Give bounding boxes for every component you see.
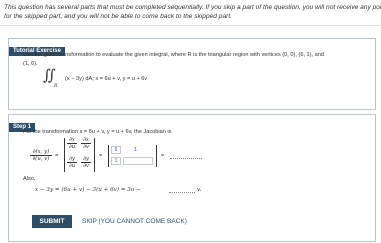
skip-button[interactable]: SKIP (YOU CANNOT COME BACK) xyxy=(82,215,187,228)
also-label: Also, xyxy=(23,176,36,182)
v-coefficient-input[interactable] xyxy=(169,186,195,193)
matrix-entry-22-input[interactable] xyxy=(123,157,153,165)
transform-y: y = u + 6v xyxy=(122,76,148,82)
notice-line-2: for the skipped part, and you will not b… xyxy=(4,13,232,21)
dy-dv-fraction: ∂y ∂v xyxy=(81,156,91,169)
equals-sign-2: = xyxy=(99,153,103,159)
problem-statement-line-2: (1, 6). xyxy=(23,61,38,67)
determinant-bar-left xyxy=(64,138,65,172)
equals-sign-3: = xyxy=(161,153,165,159)
matrix-bar-right xyxy=(156,145,157,167)
transform-x: x = 6u + v, xyxy=(95,76,122,82)
expression-end: v. xyxy=(197,187,202,193)
matrix-entry-12: 1 xyxy=(134,147,138,153)
jacobian-fraction: ∂(x, y) ∂(u, v) xyxy=(30,149,52,162)
dx-dv-fraction: ∂x ∂v xyxy=(81,137,91,150)
dx-du-fraction: ∂x ∂u xyxy=(67,137,77,150)
matrix-entry-11[interactable]: 6 xyxy=(111,146,121,154)
sequential-notice: This question has several parts that mus… xyxy=(0,0,381,26)
determinant-bar-right xyxy=(94,138,95,172)
region-subscript: R xyxy=(54,84,58,89)
double-integral-symbol: ∬ xyxy=(43,66,56,84)
jacobian-answer-input[interactable] xyxy=(170,152,202,159)
jacobian-intro: For the transformation x = 6u + v, y = u… xyxy=(23,129,172,135)
jacobian-denominator: ∂(u, v) xyxy=(32,156,50,162)
equals-sign-1: = xyxy=(55,153,59,159)
integrand: (x − 3y) dA; xyxy=(65,76,94,82)
integral-expression: (x − 3y) dA; x = 6u + v, y = u + 6v xyxy=(65,76,147,82)
dy-du-fraction: ∂y ∂u xyxy=(67,156,77,169)
tutorial-panel: Tutorial Exercise Use the given transfor… xyxy=(8,38,376,110)
matrix-entry-21[interactable]: 1 xyxy=(111,157,121,165)
problem-statement-line-1: Use the given transformation to evaluate… xyxy=(23,52,324,58)
expression-line: x − 3y = (6u + v) − 3(u + 6v) = 3u − xyxy=(35,187,141,193)
matrix-bar-left xyxy=(108,145,109,167)
jacobian-numerator: ∂(x, y) xyxy=(32,149,50,155)
submit-button[interactable]: SUBMIT xyxy=(32,215,72,228)
notice-line-1: This question has several parts that mus… xyxy=(4,4,381,11)
